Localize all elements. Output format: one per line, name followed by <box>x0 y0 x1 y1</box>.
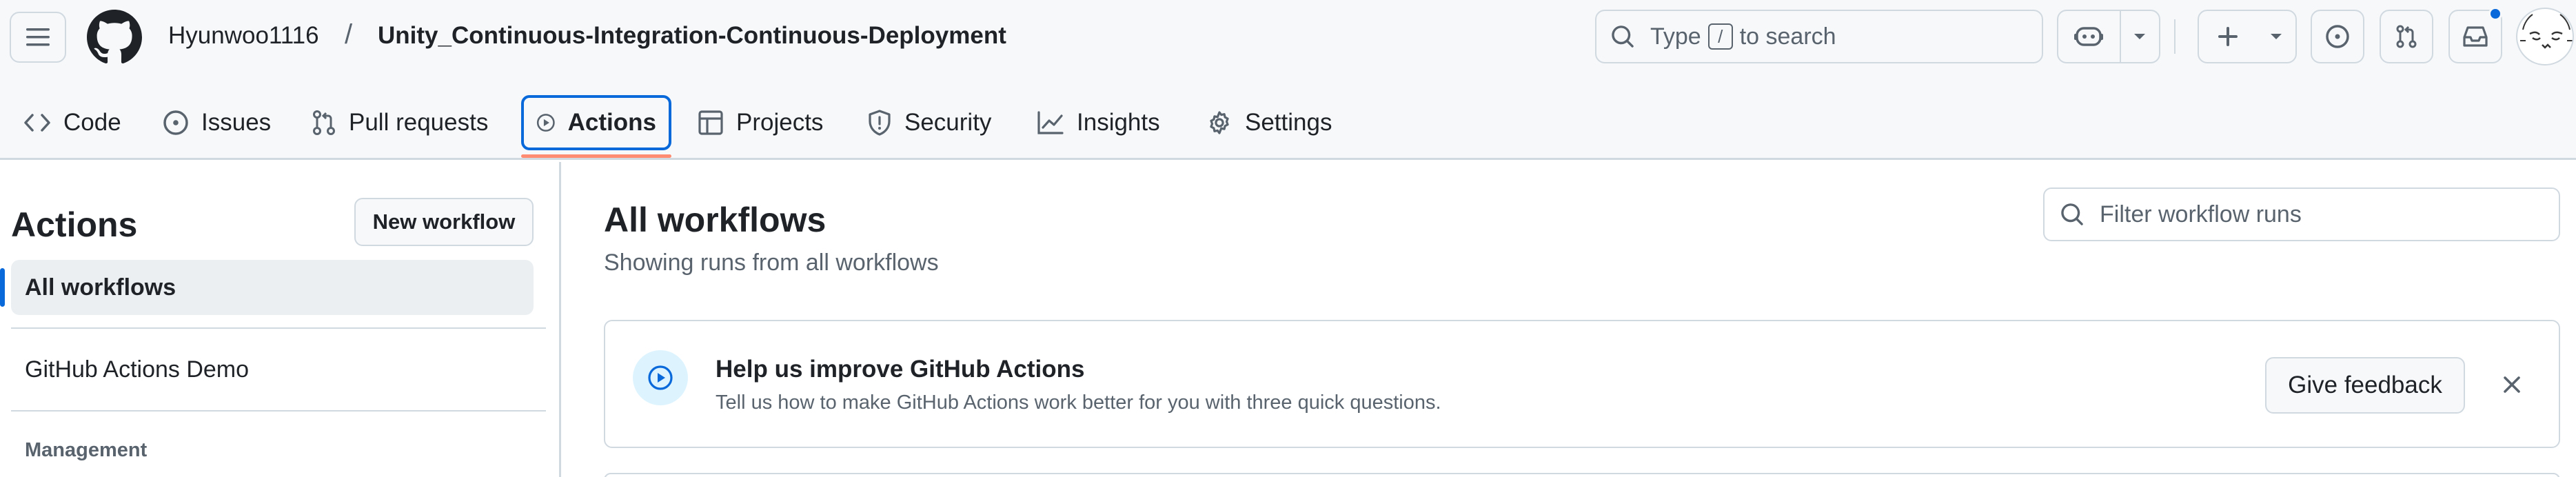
tab-label: Issues <box>201 109 272 136</box>
new-workflow-button[interactable]: New workflow <box>354 198 534 246</box>
create-new-button[interactable] <box>2198 10 2297 63</box>
tab-issues[interactable]: Issues <box>163 95 271 150</box>
page-title: All workflows <box>604 201 826 239</box>
banner-icon-circle <box>633 350 688 405</box>
filter-placeholder: Filter workflow runs <box>2100 201 2302 227</box>
search-placeholder-suffix: to search <box>1739 23 1836 50</box>
close-icon <box>2504 376 2520 393</box>
sidebar-divider <box>11 327 546 329</box>
search-icon <box>1612 26 1634 48</box>
plus-segment[interactable] <box>2199 11 2257 62</box>
table-icon <box>698 110 723 135</box>
sidebar-section-heading: Management <box>25 439 148 461</box>
tab-label: Actions <box>567 109 656 136</box>
header-divider <box>2174 19 2176 54</box>
graph-icon <box>1037 111 1064 134</box>
copilot-menu-button[interactable] <box>2121 11 2159 62</box>
tab-label: Settings <box>1245 109 1332 136</box>
sidebar-title: Actions <box>11 205 138 244</box>
sidebar-divider <box>11 410 546 412</box>
triangle-down-icon <box>2134 34 2146 39</box>
gear-icon <box>1210 111 1229 134</box>
tab-settings[interactable]: Settings <box>1206 95 1332 150</box>
tab-insights[interactable]: Insights <box>1037 95 1160 150</box>
search-placeholder: Type / to search <box>1650 23 1836 50</box>
sidebar-item-all-workflows[interactable]: All workflows <box>11 260 534 315</box>
create-menu-segment[interactable] <box>2257 11 2295 62</box>
give-feedback-button[interactable]: Give feedback <box>2265 357 2465 414</box>
feedback-banner: Help us improve GitHub Actions Tell us h… <box>604 320 2560 448</box>
filter-workflow-runs-input[interactable]: Filter workflow runs <box>2043 187 2560 241</box>
shield-icon <box>869 110 891 136</box>
breadcrumb-separator: / <box>345 19 353 50</box>
banner-title: Help us improve GitHub Actions <box>716 356 1085 383</box>
tab-projects[interactable]: Projects <box>698 95 823 150</box>
active-item-indicator <box>0 268 5 307</box>
sidebar-item-github-actions-demo[interactable]: GitHub Actions Demo <box>25 356 249 383</box>
tab-label: Pull requests <box>349 109 489 136</box>
issue-opened-icon <box>2326 25 2349 48</box>
git-pull-request-icon <box>313 110 335 135</box>
tab-security[interactable]: Security <box>867 95 991 150</box>
github-logo-icon[interactable] <box>87 10 142 65</box>
search-shortcut-key: / <box>1707 23 1733 50</box>
breadcrumb-owner-link[interactable]: Hyunwoo1116 <box>168 22 319 50</box>
search-icon <box>2061 203 2083 225</box>
active-tab-underline <box>521 154 671 158</box>
tab-label: Security <box>904 109 992 136</box>
page-subtitle: Showing runs from all workflows <box>604 250 939 276</box>
tab-label: Code <box>63 109 121 136</box>
banner-description: Tell us how to make GitHub Actions work … <box>716 392 1441 414</box>
issue-opened-icon <box>163 110 188 135</box>
copilot-button-group <box>2057 10 2160 63</box>
play-icon <box>648 365 673 390</box>
hamburger-icon <box>26 28 50 46</box>
global-search-input[interactable]: Type / to search <box>1595 10 2043 63</box>
triangle-down-icon <box>2271 34 2282 39</box>
tab-actions[interactable]: Actions <box>521 95 671 150</box>
menu-button[interactable] <box>10 12 66 63</box>
code-icon <box>24 114 50 132</box>
inbox-icon <box>2463 26 2488 47</box>
pull-requests-shortcut-button[interactable] <box>2380 10 2433 63</box>
git-pull-request-icon <box>2396 25 2417 48</box>
tab-pull-requests[interactable]: Pull requests <box>312 95 488 150</box>
breadcrumb-repo-link[interactable]: Unity_Continuous-Integration-Continuous-… <box>378 22 1006 50</box>
issues-shortcut-button[interactable] <box>2311 10 2364 63</box>
workflow-runs-list <box>604 473 2560 477</box>
copilot-icon <box>2074 27 2104 46</box>
play-icon <box>536 114 555 132</box>
search-placeholder-prefix: Type <box>1650 23 1701 50</box>
plus-icon <box>2218 27 2238 46</box>
tab-label: Projects <box>736 109 824 136</box>
tab-code[interactable]: Code <box>23 95 121 150</box>
notification-indicator <box>2488 7 2502 21</box>
tab-label: Insights <box>1077 109 1160 136</box>
dismiss-banner-button[interactable] <box>2498 371 2526 398</box>
copilot-button[interactable] <box>2058 11 2120 62</box>
actions-sidebar: Actions New workflow All workflows GitHu… <box>0 162 561 477</box>
user-avatar[interactable] <box>2516 8 2574 65</box>
